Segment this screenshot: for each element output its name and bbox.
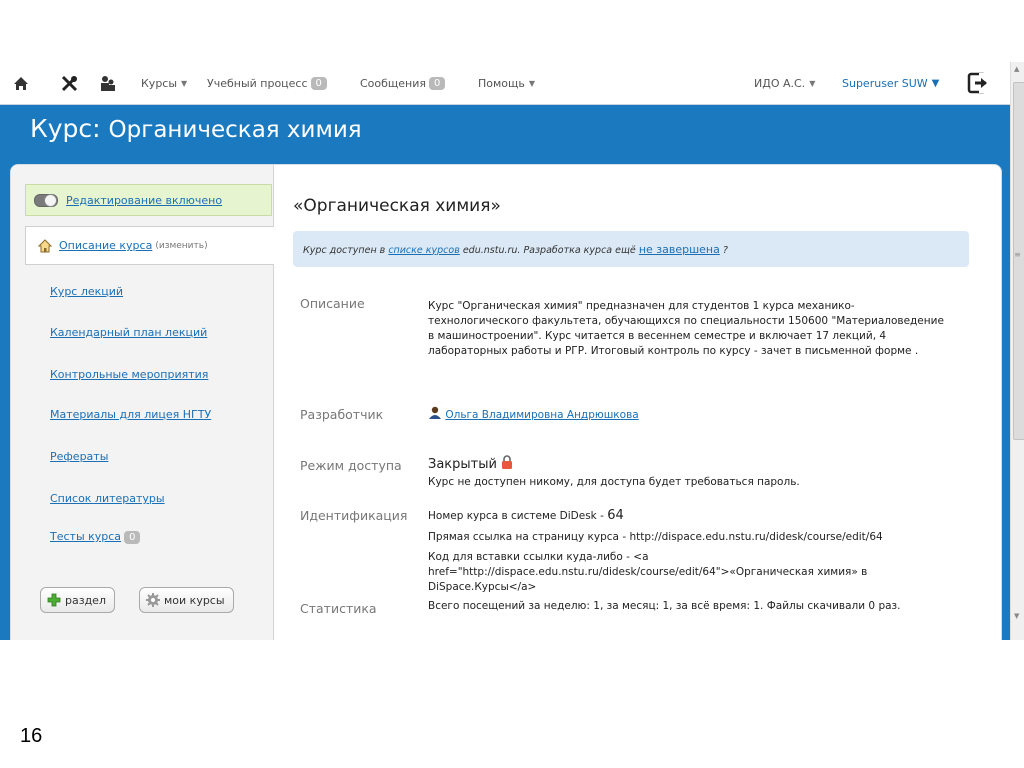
triangle-down-icon: ▼ [931, 77, 940, 89]
sidebar-item-essays[interactable]: Рефераты [50, 450, 108, 463]
tools-icon[interactable] [58, 72, 80, 94]
chevron-down-icon: ▼ [528, 78, 536, 88]
tests-count-badge: 0 [124, 531, 141, 544]
chevron-down-icon: ▼ [181, 78, 188, 88]
menu-org[interactable]: ИДО А.С. ▼ [754, 62, 815, 104]
menu-study-process[interactable]: Учебный процесс 0 [207, 62, 327, 104]
scroll-down-icon[interactable]: ▼ [1014, 612, 1019, 620]
gear-icon [146, 593, 160, 607]
my-courses-button[interactable]: мои курсы [139, 587, 234, 613]
scrollbar[interactable]: ▲ ≡ ▼ [1010, 62, 1024, 640]
scroll-up-icon[interactable]: ▲ [1014, 65, 1019, 73]
menu-courses[interactable]: Курсы ▼ [141, 62, 187, 104]
exit-icon[interactable] [966, 71, 990, 95]
edit-description-link[interactable]: (изменить) [155, 241, 207, 251]
edit-mode-link[interactable]: Редактирование включено [66, 194, 222, 207]
sidebar-item-control-events[interactable]: Контрольные мероприятия [50, 368, 208, 381]
statistics-value: Всего посещений за неделю: 1, за месяц: … [428, 600, 901, 612]
house-icon [38, 238, 52, 252]
embed-code-line: Код для вставки ссылки куда-либо - <a hr… [428, 551, 868, 593]
sidebar-item-lectures[interactable]: Курс лекций [50, 285, 123, 298]
tests-link[interactable]: Тесты курса [50, 530, 121, 543]
description-label: Описание [300, 296, 365, 311]
messages-count-badge: 0 [429, 76, 446, 90]
top-navigation: Курсы ▼ Учебный процесс 0 Сообщения 0 Помощ… [0, 62, 1010, 105]
tab-course-description[interactable]: Описание курса (изменить) [25, 226, 274, 265]
chevron-down-icon: ▼ [809, 78, 816, 88]
sidebar-item-lecture-plan[interactable]: Календарный план лекций [50, 326, 207, 339]
add-section-button[interactable]: раздел [40, 587, 115, 613]
users-icon[interactable] [97, 72, 119, 94]
toggle-switch[interactable] [34, 193, 58, 207]
description-value: Курс "Органическая химия" предназначен д… [428, 300, 944, 357]
course-status-notice: Курс доступен в списке курсов edu.nstu.r… [293, 231, 969, 267]
content-card: Редактирование включено Описание курса (… [10, 164, 1002, 640]
menu-help[interactable]: Помощь ▼ [478, 62, 535, 104]
developer-link[interactable]: Ольга Владимировна Андрюшкова [445, 409, 638, 421]
home-icon[interactable] [10, 72, 32, 94]
menu-messages[interactable]: Сообщения 0 [360, 62, 446, 104]
process-count-badge: 0 [310, 76, 327, 90]
developer-value: Ольга Владимировна Андрюшкова [428, 406, 639, 423]
not-finished-link[interactable]: не завершена [639, 243, 720, 256]
edit-mode-bar[interactable]: Редактирование включено [25, 184, 272, 216]
person-icon [429, 406, 441, 419]
statistics-label: Статистика [300, 601, 377, 616]
scrollbar-thumb[interactable] [1013, 82, 1024, 440]
grip-icon: ≡ [1014, 250, 1021, 259]
access-value: Закрытый [428, 455, 513, 472]
slide-number: 16 [20, 725, 43, 747]
page-title: Курс: Органическая химия [30, 114, 362, 143]
access-label: Режим доступа [300, 458, 402, 473]
access-note: Курс не доступен никому, для доступа буд… [428, 476, 800, 488]
sidebar-item-tests[interactable]: Тесты курса 0 [50, 530, 141, 544]
sidebar: Редактирование включено Описание курса (… [11, 165, 274, 640]
identification-label: Идентификация [300, 508, 408, 523]
browser-viewport: Курсы ▼ Учебный процесс 0 Сообщения 0 Помощ… [0, 62, 1024, 640]
sidebar-item-literature[interactable]: Список литературы [50, 492, 165, 505]
direct-link-line: Прямая ссылка на страницу курса - http:/… [428, 531, 883, 543]
plus-icon [47, 593, 61, 607]
developer-label: Разработчик [300, 407, 384, 422]
identification-number: Номер курса в системе DiDesk - 64 [428, 508, 624, 523]
sidebar-item-lyceum-materials[interactable]: Материалы для лицея НГТУ [50, 408, 211, 421]
lock-icon [502, 455, 513, 469]
course-list-link[interactable]: списке курсов [388, 245, 459, 256]
menu-user[interactable]: Superuser SUW ▼ [842, 62, 939, 104]
course-description-link[interactable]: Описание курса [59, 239, 152, 252]
course-title: «Органическая химия» [293, 196, 501, 216]
